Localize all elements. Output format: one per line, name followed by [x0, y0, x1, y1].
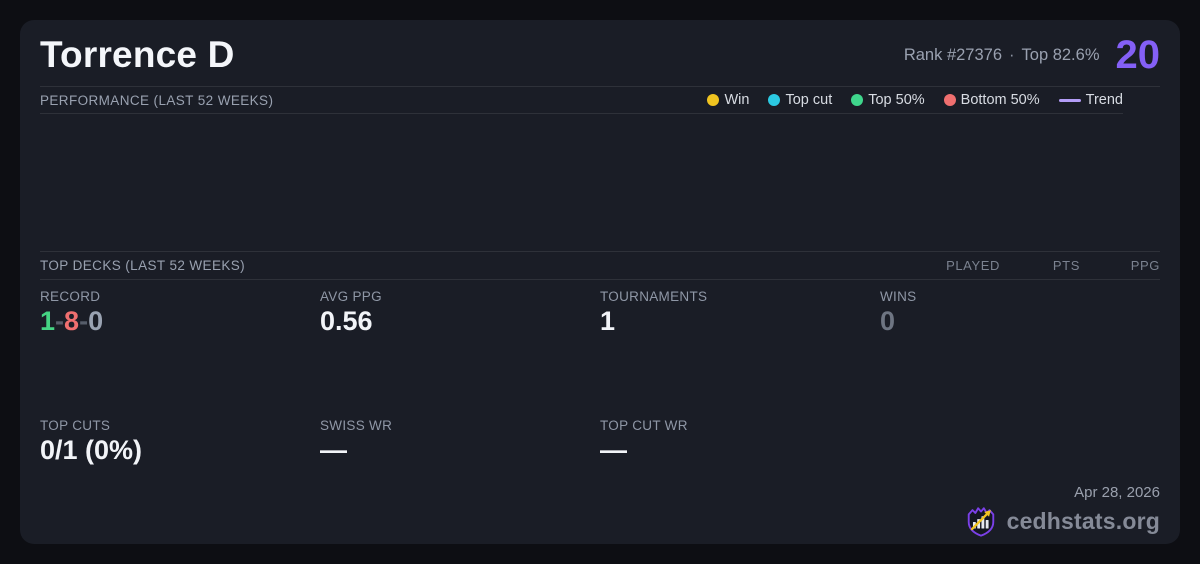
top-50-dot-icon	[851, 94, 863, 106]
record-separator: -	[79, 306, 88, 336]
swiss-wr-value: —	[320, 436, 600, 466]
header-right: Rank #27376 · Top 82.6% 20	[904, 35, 1160, 75]
generated-date: Apr 28, 2026	[1074, 484, 1160, 501]
top-decks-section-header: TOP DECKS (LAST 52 WEEKS) PLAYED PTS PPG	[40, 251, 1160, 280]
stat-top-cuts: TOP CUTS 0/1 (0%)	[40, 416, 320, 545]
wins-value: 0	[880, 307, 1160, 337]
tournaments-value: 1	[600, 307, 880, 337]
legend-item-trend: Trend	[1059, 92, 1123, 108]
rank-number: Rank #27376	[904, 46, 1002, 64]
stat-wins: WINS 0	[880, 287, 1160, 416]
top-percent: Top 82.6%	[1022, 46, 1100, 64]
rank-text: Rank #27376 · Top 82.6%	[904, 46, 1100, 65]
record-losses: 8	[64, 306, 79, 336]
legend-item-top-50: Top 50%	[851, 92, 924, 108]
stat-label: SWISS WR	[320, 418, 600, 433]
column-header-ppg: PPG	[1080, 258, 1160, 273]
legend-label: Trend	[1086, 92, 1123, 108]
legend-label: Win	[724, 92, 749, 108]
brand-row: cedhstats.org	[964, 504, 1160, 538]
record-draws: 0	[88, 306, 103, 336]
performance-section-header: PERFORMANCE (LAST 52 WEEKS) Win Top cut …	[40, 87, 1123, 114]
stat-label: WINS	[880, 289, 1160, 304]
stat-swiss-wr: SWISS WR —	[320, 416, 600, 545]
bottom-50-dot-icon	[944, 94, 956, 106]
record-wins: 1	[40, 306, 55, 336]
player-score: 20	[1116, 35, 1161, 75]
stat-tournaments: TOURNAMENTS 1	[600, 287, 880, 416]
legend-label: Top cut	[785, 92, 832, 108]
performance-section-title: PERFORMANCE (LAST 52 WEEKS)	[40, 93, 273, 108]
legend-label: Bottom 50%	[961, 92, 1040, 108]
stat-label: RECORD	[40, 289, 320, 304]
stat-label: TOP CUTS	[40, 418, 320, 433]
legend-item-top-cut: Top cut	[768, 92, 832, 108]
cedhstats-shield-logo-icon	[964, 504, 998, 538]
player-stats-card: Torrence D Rank #27376 · Top 82.6% 20 PERF…	[20, 20, 1180, 544]
performance-chart	[40, 114, 1160, 251]
top-cut-wr-value: —	[600, 436, 880, 466]
chart-legend: Win Top cut Top 50% Bottom 50% Trend	[707, 92, 1123, 108]
stat-record: RECORD 1-8-0	[40, 287, 320, 416]
legend-item-bottom-50: Bottom 50%	[944, 92, 1040, 108]
win-dot-icon	[707, 94, 719, 106]
stat-top-cut-wr: TOP CUT WR —	[600, 416, 880, 545]
legend-label: Top 50%	[868, 92, 924, 108]
top-decks-section-title: TOP DECKS (LAST 52 WEEKS)	[40, 258, 245, 273]
page-title: Torrence D	[40, 34, 235, 76]
record-value: 1-8-0	[40, 307, 320, 337]
rank-separator-dot: ·	[1009, 46, 1015, 64]
stat-label: TOP CUT WR	[600, 418, 880, 433]
stat-avg-ppg: AVG PPG 0.56	[320, 287, 600, 416]
avg-ppg-value: 0.56	[320, 307, 600, 337]
trend-line-icon	[1059, 99, 1081, 102]
column-header-played: PLAYED	[920, 258, 1000, 273]
record-separator: -	[55, 306, 64, 336]
legend-item-win: Win	[707, 92, 749, 108]
stat-label: AVG PPG	[320, 289, 600, 304]
top-cut-dot-icon	[768, 94, 780, 106]
column-header-pts: PTS	[1000, 258, 1080, 273]
top-decks-column-headers: PLAYED PTS PPG	[920, 258, 1160, 273]
card-footer: Apr 28, 2026 cedhstats.org	[880, 416, 1160, 545]
brand-name: cedhstats.org	[1007, 508, 1160, 535]
card-header: Torrence D Rank #27376 · Top 82.6% 20	[40, 20, 1160, 87]
stats-grid: RECORD 1-8-0 AVG PPG 0.56 TOURNAMENTS 1 …	[40, 280, 1160, 544]
stat-label: TOURNAMENTS	[600, 289, 880, 304]
top-cuts-value: 0/1 (0%)	[40, 436, 320, 466]
